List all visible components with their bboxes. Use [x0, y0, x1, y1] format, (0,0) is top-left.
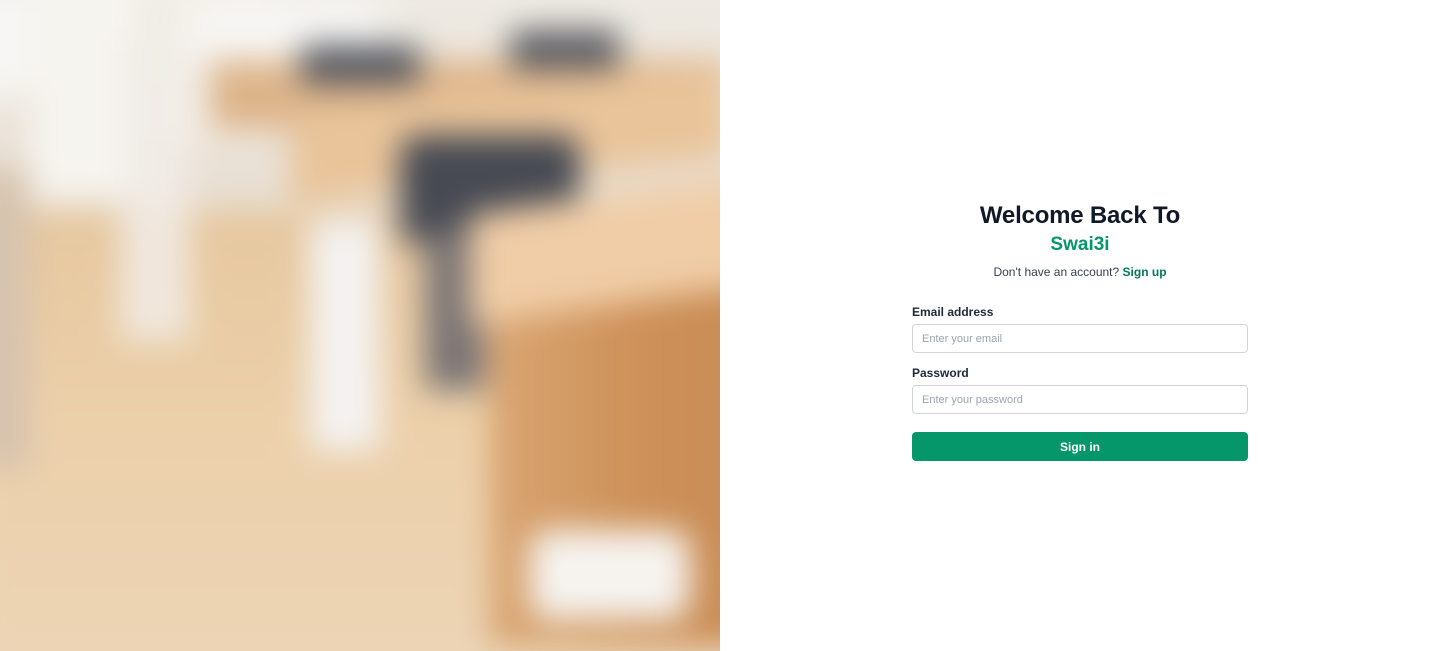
email-input[interactable] — [912, 324, 1248, 353]
page-title: Welcome Back To — [979, 202, 1181, 229]
hero-background-image — [0, 0, 720, 651]
signup-prompt-line: Don't have an account? Sign up — [912, 264, 1248, 280]
brand-name: Swai3i — [1050, 234, 1110, 255]
signup-link[interactable]: Sign up — [1123, 265, 1167, 279]
password-input[interactable] — [912, 385, 1248, 414]
password-label: Password — [912, 366, 969, 380]
signup-prompt-text: Don't have an account? — [993, 265, 1120, 279]
email-label: Email address — [912, 305, 994, 319]
blurred-classroom-scene — [0, 0, 720, 651]
sign-in-button[interactable]: Sign in — [912, 432, 1248, 461]
email-field-group: Email address — [912, 304, 1248, 353]
sign-in-form: Welcome Back To Swai3i Don't have an acc… — [912, 200, 1248, 461]
sign-in-panel: Welcome Back To Swai3i Don't have an acc… — [720, 0, 1440, 651]
password-field-group: Password — [912, 365, 1248, 414]
